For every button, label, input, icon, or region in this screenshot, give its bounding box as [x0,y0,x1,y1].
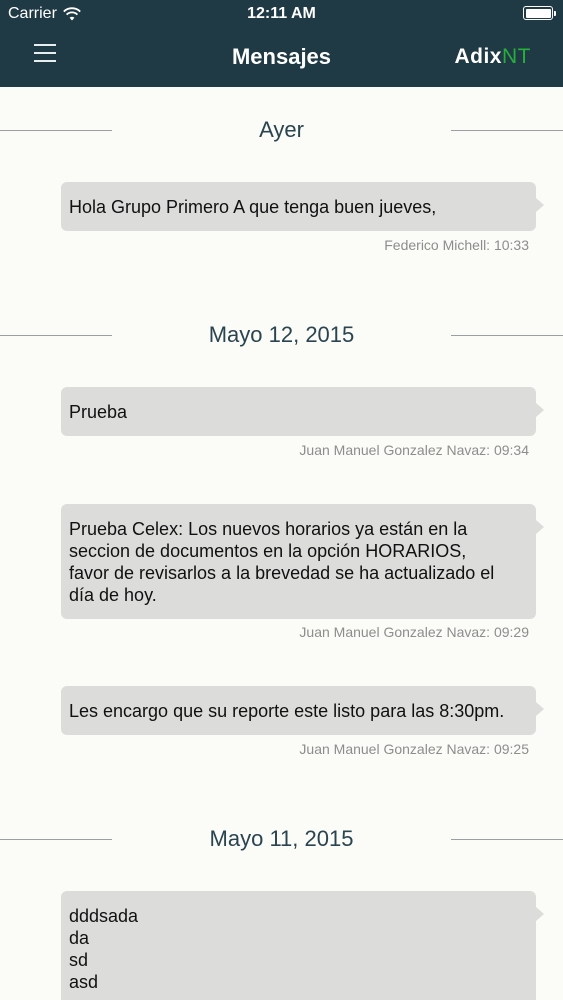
status-time: 12:11 AM [247,5,316,22]
date-divider: Ayer [0,111,563,151]
message-meta: Juan Manuel Gonzalez Navaz: 09:34 [299,442,529,458]
brand-logo-adix: Adix [454,45,502,68]
brand-logo: AdixNT [454,45,531,69]
message-meta: Federico Michell: 10:33 [384,237,529,253]
message-bubble[interactable]: Les encargo que su reporte este listo pa… [61,686,544,735]
message-bubble[interactable]: Hola Grupo Primero A que tenga buen juev… [61,182,544,231]
message-bubble[interactable]: dddsada da sd asd [61,891,544,1000]
divider-line-right [451,130,563,131]
message-bubble[interactable]: Prueba Celex: Los nuevos horarios ya est… [61,504,544,619]
date-divider: Mayo 12, 2015 [0,316,563,356]
status-bar: Carrier 12:11 AM [0,0,563,30]
message-list[interactable]: Ayer Hola Grupo Primero A que tenga buen… [0,87,563,1000]
battery-icon [523,6,556,20]
divider-line-right [451,839,563,840]
brand-logo-nt: NT [502,45,531,68]
message-meta: Juan Manuel Gonzalez Navaz: 09:29 [299,624,529,640]
date-divider: Mayo 11, 2015 [0,820,563,860]
top-bar: Carrier 12:11 AM Mensajes AdixNT [0,0,563,87]
battery-fill [525,8,551,18]
message-bubble[interactable]: Prueba [61,387,544,436]
divider-line-right [451,335,563,336]
navigation-bar: Mensajes AdixNT [0,30,563,87]
message-meta: Juan Manuel Gonzalez Navaz: 09:25 [299,741,529,757]
